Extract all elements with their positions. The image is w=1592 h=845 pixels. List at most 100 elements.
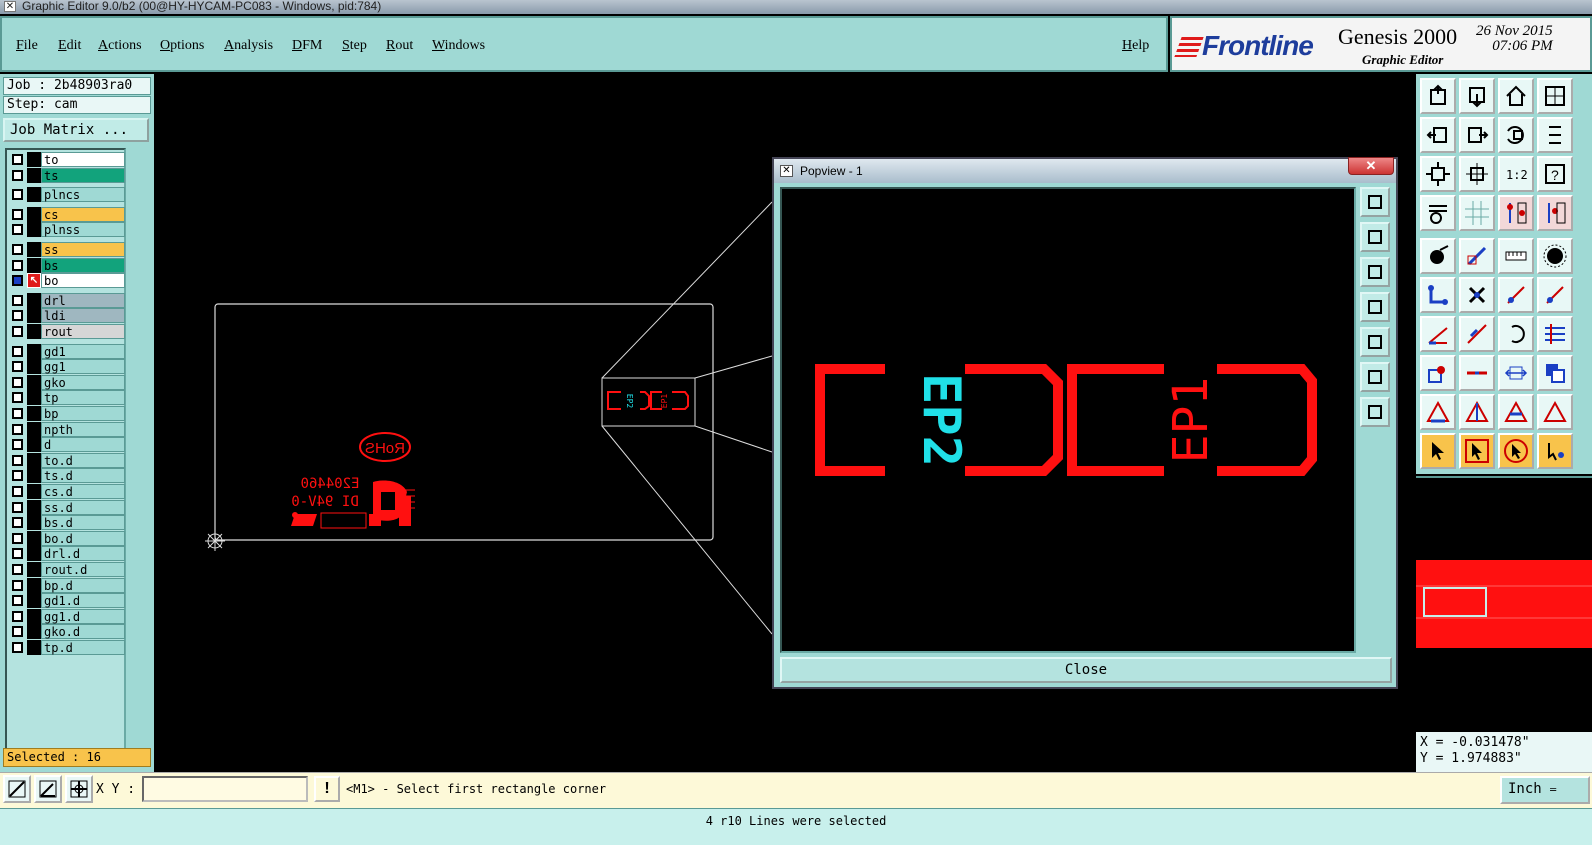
layer-mark[interactable]	[27, 515, 41, 531]
pan-left-icon[interactable]	[1420, 117, 1456, 153]
units-selector[interactable]: Inch ═	[1500, 776, 1590, 804]
layer-checkbox[interactable]	[12, 501, 23, 513]
layer-row-rout-d[interactable]: rout.d	[9, 562, 125, 577]
layer-mark[interactable]	[27, 257, 41, 273]
layer-mark[interactable]	[27, 468, 41, 484]
layer-mark[interactable]	[27, 593, 41, 609]
pad-add-icon[interactable]	[1420, 238, 1456, 274]
layer-row-ss-d[interactable]: ss.d	[9, 499, 125, 515]
layer-checkbox[interactable]	[12, 361, 23, 373]
node-move-icon[interactable]	[1537, 277, 1573, 313]
layer-name[interactable]: ldi	[41, 308, 125, 324]
layer-name[interactable]: drl	[41, 292, 125, 308]
popview-pan-left-icon[interactable]	[1360, 292, 1390, 322]
delete-icon[interactable]	[1459, 277, 1495, 313]
layer-mark[interactable]	[27, 187, 41, 203]
layer-checkbox[interactable]	[12, 579, 23, 591]
layer-row-gd1-d[interactable]: gd1.d	[9, 593, 125, 609]
layer-name[interactable]: rout.d	[41, 562, 125, 577]
layer-mark[interactable]	[27, 324, 41, 339]
slope-icon[interactable]	[1459, 316, 1495, 352]
layer-mark[interactable]	[27, 640, 41, 655]
layer-mark[interactable]	[27, 484, 41, 499]
layer-row-tp[interactable]: tp	[9, 390, 125, 406]
layer-name[interactable]: rout	[41, 324, 125, 339]
layer-name[interactable]: bo	[41, 273, 125, 289]
layer-name[interactable]: gg1.d	[41, 608, 125, 624]
layer-name[interactable]: tp	[41, 390, 125, 406]
layer-checkbox[interactable]	[12, 275, 23, 287]
zoom-fit-icon[interactable]	[1420, 156, 1456, 192]
layer-mark[interactable]	[27, 359, 41, 375]
triangle-icon[interactable]	[1420, 394, 1456, 430]
layer-display-icon[interactable]	[1498, 195, 1534, 231]
layer-checkbox[interactable]	[12, 189, 23, 201]
layer-checkbox[interactable]	[12, 244, 23, 255]
popview-pan-down-icon[interactable]	[1360, 257, 1390, 287]
layer-checkbox[interactable]	[12, 517, 23, 529]
layer-checkbox[interactable]	[12, 595, 23, 607]
layer-mark[interactable]	[27, 530, 41, 546]
select-pointer-icon[interactable]	[1420, 433, 1456, 469]
scale-one-to-two-icon[interactable]: 1:2	[1498, 156, 1534, 192]
layer-checkbox[interactable]	[12, 169, 23, 181]
layer-row-gd1[interactable]: gd1	[9, 343, 125, 359]
layer-name[interactable]: d	[41, 437, 125, 453]
menu-rout[interactable]: Rout	[386, 38, 413, 54]
layer-name[interactable]: cs	[41, 206, 125, 222]
layer-mark[interactable]	[27, 624, 41, 640]
layer-name[interactable]: ts	[41, 167, 125, 183]
layer-name[interactable]: gd1	[41, 343, 125, 359]
triangle-edge-icon[interactable]	[1537, 394, 1573, 430]
menu-file[interactable]: File	[16, 38, 38, 54]
popview-zoom-out-icon[interactable]	[1360, 362, 1390, 392]
layer-row-to[interactable]: to	[9, 152, 125, 167]
layer-row-bs[interactable]: bs	[9, 257, 125, 273]
layer-checkbox[interactable]	[12, 626, 23, 638]
layer-name[interactable]: plnss	[41, 222, 125, 238]
layer-row-cs[interactable]: cs	[9, 206, 125, 222]
popview-pan-up-icon[interactable]	[1360, 222, 1390, 252]
layer-mark[interactable]	[27, 152, 41, 167]
layer-row-gg1-d[interactable]: gg1.d	[9, 608, 125, 624]
layer-name[interactable]: bo.d	[41, 530, 125, 546]
layer-mark[interactable]	[27, 242, 41, 257]
layer-checkbox[interactable]	[12, 642, 23, 653]
layer-checkbox[interactable]	[12, 310, 23, 322]
layer-name[interactable]: tp.d	[41, 640, 125, 655]
align-icon[interactable]	[1537, 316, 1573, 352]
layer-row-gg1[interactable]: gg1	[9, 359, 125, 375]
layer-checkbox[interactable]	[12, 454, 23, 466]
layer-row-rout[interactable]: rout	[9, 324, 125, 339]
line-mid-icon[interactable]	[1459, 355, 1495, 391]
layer-checkbox[interactable]	[12, 610, 23, 622]
layer-compare-icon[interactable]	[1537, 195, 1573, 231]
menu-edit[interactable]: Edit	[58, 38, 81, 54]
layer-name[interactable]: gko.d	[41, 624, 125, 640]
layer-mark[interactable]	[27, 608, 41, 624]
layer-name[interactable]: plncs	[41, 187, 125, 203]
layer-mark[interactable]	[27, 452, 41, 468]
layer-row-npth[interactable]: npth	[9, 421, 125, 437]
menu-analysis[interactable]: Analysis	[224, 38, 273, 54]
layer-checkbox[interactable]	[12, 294, 23, 306]
graphic-canvas[interactable]: EP2 EP1 RoHS E204460 DI 94V-0 ✕ Popview …	[155, 74, 1415, 772]
angle-mode-icon[interactable]	[34, 775, 62, 803]
layer-checkbox[interactable]	[12, 154, 23, 165]
layer-row-ldi[interactable]: ldi	[9, 308, 125, 324]
pan-right-icon[interactable]	[1459, 117, 1495, 153]
layer-mark[interactable]	[27, 308, 41, 324]
layer-name[interactable]: ss	[41, 242, 125, 257]
measure-icon[interactable]	[1498, 238, 1534, 274]
grid-toggle-icon[interactable]	[1537, 78, 1573, 114]
redraw-icon[interactable]	[1498, 117, 1534, 153]
layer-row-plncs[interactable]: plncs	[9, 187, 125, 203]
layer-checkbox[interactable]	[12, 532, 23, 544]
message-button[interactable]: !	[314, 776, 340, 802]
popview-canvas[interactable]: EP2 EP1	[780, 187, 1356, 653]
dot-icon[interactable]	[1537, 238, 1573, 274]
menu-windows[interactable]: Windows	[432, 38, 485, 54]
stretch-icon[interactable]	[1498, 355, 1534, 391]
copy-icon[interactable]	[1537, 355, 1573, 391]
connect-icon[interactable]	[1420, 277, 1456, 313]
